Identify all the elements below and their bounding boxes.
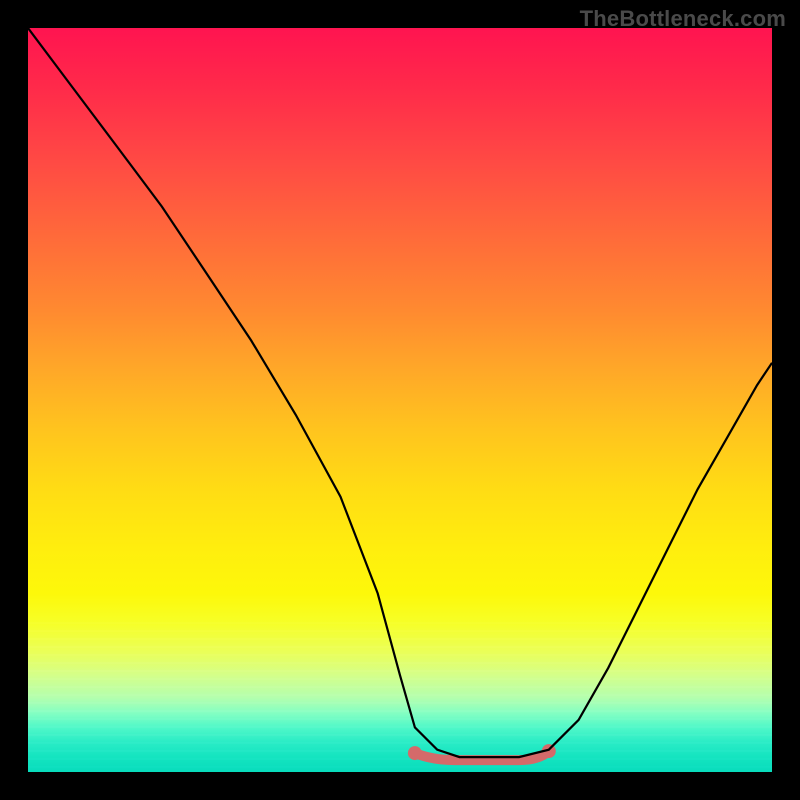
chart-frame: TheBottleneck.com — [0, 0, 800, 800]
plot-area — [28, 28, 772, 772]
bottleneck-curve — [28, 28, 772, 757]
curve-layer — [28, 28, 772, 772]
watermark-text: TheBottleneck.com — [580, 6, 786, 32]
